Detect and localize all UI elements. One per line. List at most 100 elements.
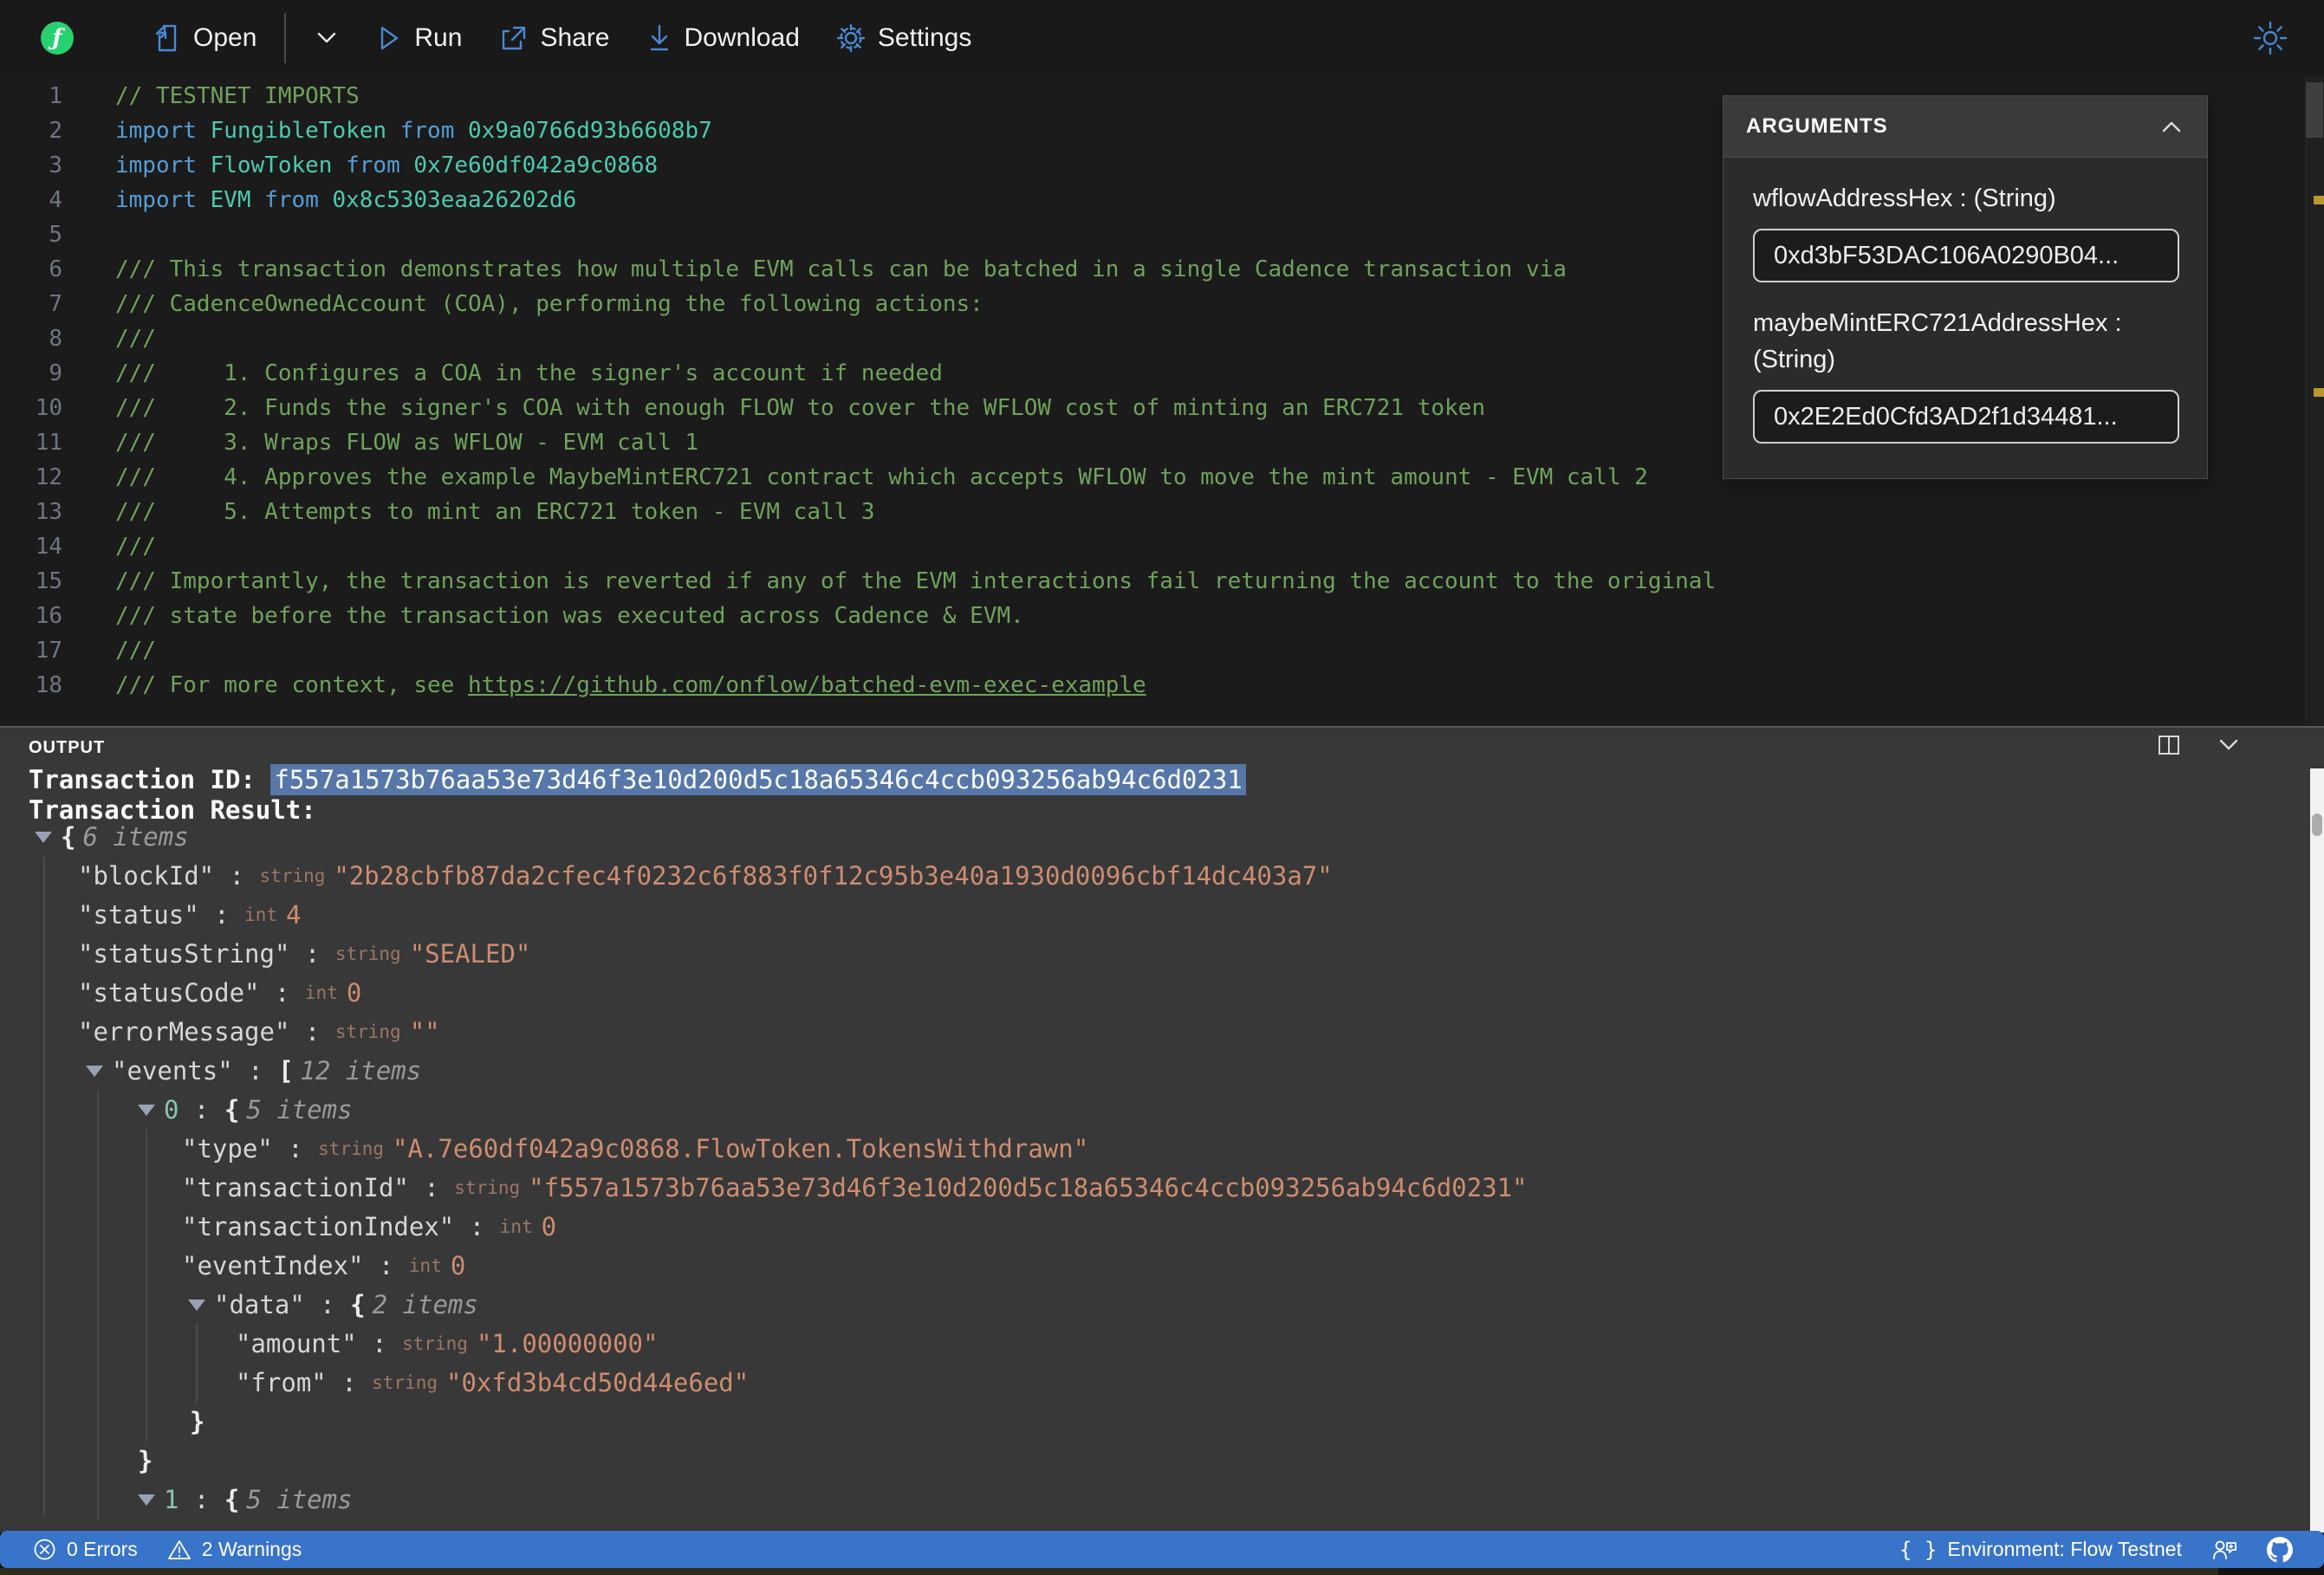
json-key: "data" <box>214 1290 305 1319</box>
json-str: "SEALED" <box>409 939 531 969</box>
code-token: /// 4. Approves the example MaybeMintERC… <box>115 464 1648 490</box>
json-str: "2b28cbfb87da2cfec4f0232c6f883f0f12c95b3… <box>334 861 1333 891</box>
line-number: 17 <box>35 638 62 664</box>
json-key: "transactionIndex" <box>182 1212 455 1241</box>
json-str: "" <box>409 1017 440 1047</box>
line-number: 18 <box>35 672 62 698</box>
line-number: 4 <box>49 187 62 213</box>
json-sep: : <box>179 1485 224 1514</box>
arguments-title: ARGUMENTS <box>1746 114 1888 138</box>
code-text: /// 3. Wraps FLOW as WFLOW - EVM call 1 <box>115 425 698 460</box>
json-key: "amount" <box>236 1329 357 1358</box>
code-text: import FungibleToken from 0x9a0766d93b66… <box>115 113 712 148</box>
json-str: "0xfd3b4cd50d44e6ed" <box>446 1368 750 1397</box>
code-token: 0x9a0766d93b6608b7 <box>468 118 712 144</box>
json-row: } <box>0 1403 2305 1442</box>
expand-arrow-icon[interactable] <box>138 1105 155 1116</box>
editor-scrollbar[interactable] <box>2305 76 2324 726</box>
json-items: 2 items <box>372 1290 478 1319</box>
expand-arrow-icon[interactable] <box>138 1494 155 1506</box>
code-text: /// <box>115 321 156 356</box>
collapse-output-chevron-icon[interactable] <box>2217 737 2241 753</box>
line-number: 12 <box>35 464 62 490</box>
json-key: "statusString" <box>78 939 290 969</box>
json-row: "data" : {2 items <box>0 1286 2305 1325</box>
line-number: 15 <box>35 568 62 594</box>
json-type: int <box>304 982 338 1003</box>
json-row: "statusCode" : int 0 <box>0 974 2305 1013</box>
json-brace: } <box>138 1446 153 1475</box>
run-button[interactable]: Run <box>364 15 474 62</box>
json-brace: [ <box>278 1056 294 1086</box>
line-number: 6 <box>49 256 62 282</box>
line-number: 9 <box>49 360 62 386</box>
errors-count: 0 Errors <box>67 1538 138 1560</box>
warnings-count: 2 Warnings <box>201 1538 302 1560</box>
github-icon[interactable] <box>2267 1536 2293 1563</box>
editor-scrollbar-thumb[interactable] <box>2306 82 2323 138</box>
flow-logo-icon[interactable]: ƒ <box>41 22 74 55</box>
share-button[interactable]: Share <box>486 15 621 62</box>
code-text: /// <box>115 529 156 564</box>
download-label: Download <box>684 23 800 52</box>
json-str: 0 <box>450 1251 466 1280</box>
chevron-up-icon[interactable] <box>2158 119 2184 134</box>
json-row: "transactionId" : string "f557a1573b76aa5… <box>0 1169 2305 1208</box>
json-idx: 0 <box>164 1095 179 1125</box>
line-number: 10 <box>35 395 62 421</box>
line-number: 3 <box>49 152 62 178</box>
feedback-icon[interactable] <box>2211 1538 2237 1562</box>
transaction-id-line: Transaction ID: f557a1573b76aa53e73d46f3… <box>29 764 1246 795</box>
code-text: /// state before the transaction was exe… <box>115 599 1024 633</box>
argument-input[interactable] <box>1753 229 2179 282</box>
json-sep: : <box>259 978 305 1008</box>
expand-arrow-icon[interactable] <box>35 832 52 843</box>
open-dropdown-button[interactable] <box>302 22 352 55</box>
json-key: "transactionId" <box>182 1173 409 1202</box>
errors-status[interactable]: 0 Errors <box>33 1538 138 1561</box>
split-view-icon[interactable] <box>2158 735 2180 755</box>
arguments-body: wflowAddressHex : (String) maybeMintERC72… <box>1724 158 2207 489</box>
json-row: 1 : {5 items <box>0 1481 2305 1520</box>
open-button[interactable]: Open <box>141 15 269 62</box>
argument-label: maybeMintERC721AddressHex : (String) <box>1753 309 2122 373</box>
line-number: 13 <box>35 499 62 525</box>
code-token: import <box>115 118 211 144</box>
code-token: import <box>115 187 211 213</box>
toolbar-divider <box>284 13 287 63</box>
code-token: FlowToken <box>210 152 347 178</box>
code-link[interactable]: https://github.com/onflow/batched-evm-ex… <box>468 672 1146 698</box>
expand-arrow-icon[interactable] <box>188 1300 205 1311</box>
json-str: "f557a1573b76aa53e73d46f3e10d200d5c18a65… <box>529 1173 1528 1202</box>
download-button[interactable]: Download <box>634 15 812 62</box>
transaction-id-value[interactable]: f557a1573b76aa53e73d46f3e10d200d5c18a653… <box>270 764 1246 795</box>
share-icon <box>503 26 526 50</box>
json-str: 0 <box>346 978 362 1008</box>
json-sep: : <box>408 1173 455 1202</box>
json-str: "1.00000000" <box>476 1329 659 1358</box>
code-token: from <box>346 152 414 178</box>
code-line: 16 /// state before the transaction was e… <box>0 599 2324 633</box>
warning-marker <box>2314 388 2324 397</box>
json-row: "amount" : string "1.00000000" <box>0 1325 2305 1364</box>
argument-label: wflowAddressHex : (String) <box>1753 185 2056 212</box>
code-text: /// For more context, see https://github… <box>115 668 1146 703</box>
expand-arrow-icon[interactable] <box>86 1066 103 1077</box>
warnings-status[interactable]: 2 Warnings <box>167 1538 302 1561</box>
output-scrollbar-thumb[interactable] <box>2312 813 2322 836</box>
environment-status[interactable]: { } Environment: Flow Testnet <box>1899 1538 2182 1562</box>
code-token: EVM <box>210 187 265 213</box>
json-row: {6 items <box>0 818 2305 857</box>
json-key: "from" <box>236 1368 327 1397</box>
output-scrollbar[interactable] <box>2310 768 2324 1533</box>
arguments-header[interactable]: ARGUMENTS <box>1724 96 2207 158</box>
settings-button[interactable]: Settings <box>824 15 983 62</box>
theme-toggle-button[interactable] <box>2251 19 2289 62</box>
argument-input[interactable] <box>1753 390 2179 444</box>
run-icon <box>381 26 399 50</box>
json-sep: : <box>198 900 245 930</box>
desktop-strip-dark <box>2218 1568 2324 1575</box>
code-line: 18 /// For more context, see https://gith… <box>0 668 2324 703</box>
code-text: // TESTNET IMPORTS <box>115 79 360 113</box>
sun-icon <box>2253 21 2288 55</box>
